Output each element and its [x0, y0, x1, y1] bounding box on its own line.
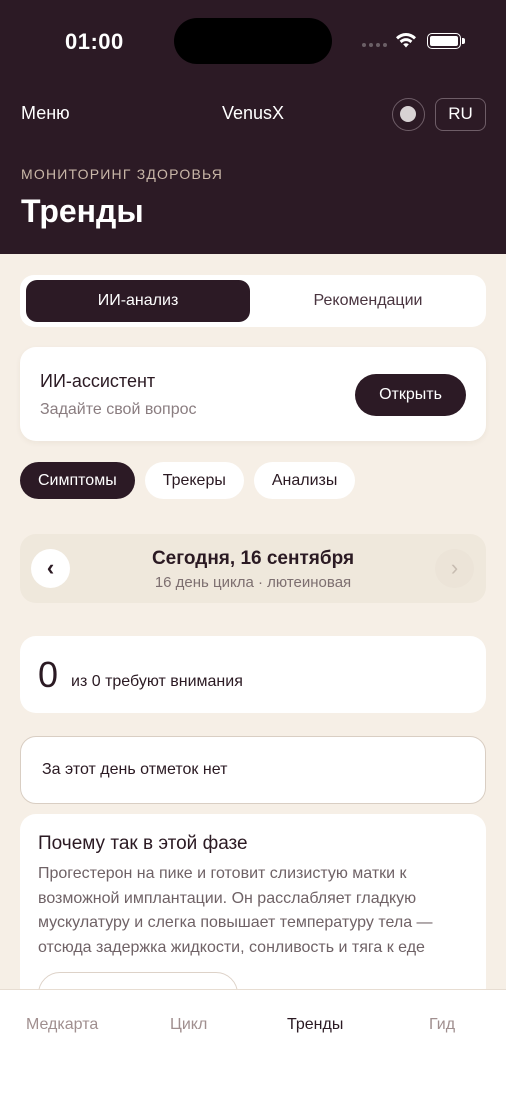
tab-recommendations[interactable]: Рекомендации: [256, 280, 480, 322]
chevron-right-icon[interactable]: ›: [435, 549, 474, 588]
section-label: МОНИТОРИНГ ЗДОРОВЬЯ: [21, 166, 224, 182]
wifi-icon: [396, 32, 416, 48]
tab-guide[interactable]: Гид: [429, 1016, 455, 1034]
menu-button[interactable]: Меню: [21, 103, 70, 124]
battery-icon: [427, 33, 465, 49]
empty-state-text: За этот день отметок нет: [42, 761, 228, 778]
date-navigator: ‹ Сегодня, 16 сентября 16 день цикла · л…: [20, 534, 486, 603]
chip-analyses[interactable]: Анализы: [253, 462, 356, 499]
chip-symptoms[interactable]: Симптомы: [20, 462, 135, 499]
date-title: Сегодня, 16 сентября: [151, 548, 355, 569]
empty-state-card: За этот день отметок нет: [20, 736, 486, 804]
attention-card: 0 из 0 требуют внимания: [20, 636, 486, 713]
chip-trackers[interactable]: Трекеры: [144, 462, 244, 499]
theme-toggle-button[interactable]: [392, 98, 425, 131]
status-time: 01:00: [65, 29, 124, 54]
bottom-tab-bar: Медкарта Цикл Тренды Гид: [0, 989, 506, 1100]
cycle-day-subtitle: 16 день цикла · лютеиновая: [154, 574, 352, 591]
open-assistant-button[interactable]: Открыть: [355, 374, 466, 416]
dynamic-island: [174, 18, 332, 64]
tab-trends[interactable]: Тренды: [287, 1016, 343, 1034]
header: 01:00 Меню VenusX RU МОНИТОРИНГ ЗДОРОВЬЯ…: [0, 0, 506, 254]
phase-explanation-title: Почему так в этой фазе: [38, 833, 248, 854]
assistant-card: ИИ-ассистент Задайте свой вопрос Открыть: [20, 347, 486, 441]
assistant-title: ИИ-ассистент: [40, 371, 156, 391]
segmented-control: ИИ-анализ Рекомендации: [20, 275, 486, 327]
page-title: Тренды: [21, 193, 144, 229]
language-button[interactable]: RU: [435, 98, 486, 131]
circle-icon: [400, 106, 416, 122]
signal-icon: [362, 43, 387, 47]
attention-text: из 0 требуют внимания: [71, 673, 243, 690]
filter-chips: Симптомы Трекеры Анализы: [20, 462, 356, 499]
app-name: VenusX: [221, 103, 285, 123]
phase-explanation-body: Прогестерон на пике и готовит слизистую …: [38, 865, 433, 956]
tab-ai-analysis[interactable]: ИИ-анализ: [26, 280, 250, 322]
tab-medcard[interactable]: Медкарта: [26, 1016, 98, 1034]
assistant-subtitle: Задайте свой вопрос: [40, 401, 197, 418]
attention-count: 0: [38, 654, 59, 695]
phase-explanation-card: Почему так в этой фазе Прогестерон на пи…: [20, 814, 486, 1004]
tab-cycle[interactable]: Цикл: [170, 1016, 207, 1034]
